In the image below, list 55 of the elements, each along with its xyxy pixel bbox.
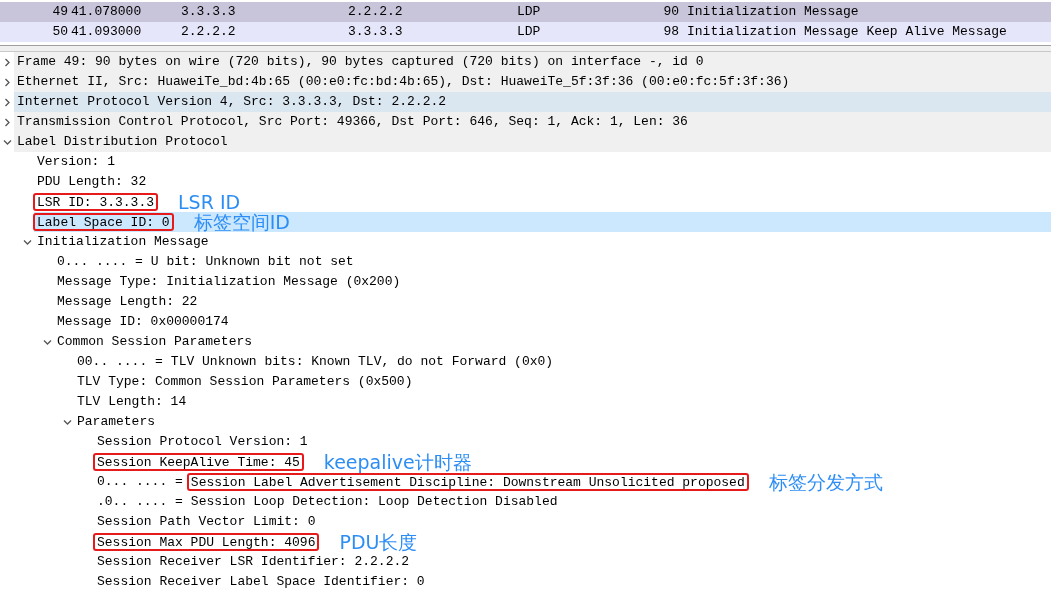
tree-item[interactable]: Session Receiver LSR Identifier: 2.2.2.2 — [97, 552, 410, 572]
packet-length: 90 — [662, 3, 679, 21]
packet-time: 41.078000 — [70, 3, 143, 21]
tree-item[interactable]: Session Loop Detection: Loop Detection Disabled — [190, 492, 558, 512]
boxed-tree-item[interactable]: Session KeepAlive Time: 45 — [93, 453, 304, 471]
tree-item[interactable]: Message Length: 22 — [57, 292, 198, 312]
packet-destination: 2.2.2.2 — [348, 3, 404, 21]
packet-row[interactable]: 49 41.078000 3.3.3.3 2.2.2.2 LDP 90 Initialization Message — [0, 2, 1051, 22]
annotation-note: 标签空间ID — [193, 212, 290, 232]
annotation-note: 标签分发方式 — [768, 472, 883, 492]
tree-item[interactable]: Session Protocol Version: 1 — [97, 432, 308, 452]
tree-item[interactable]: Common Session Parameters — [57, 332, 253, 352]
tree-item[interactable]: TLV Unknown bits: Known TLV, do not Forward (0x0) — [170, 352, 554, 372]
chevron-right-icon[interactable] — [2, 77, 12, 87]
tree-item[interactable]: TLV Length: 14 — [77, 392, 187, 412]
annotation-note: PDU长度 — [339, 532, 418, 552]
packet-row[interactable]: 50 41.093000 2.2.2.2 3.3.3.3 LDP 98 Initialization Message Keep Alive Message — [0, 22, 1051, 42]
boxed-tree-item[interactable]: LSR ID: 3.3.3.3 — [33, 193, 159, 211]
tree-item[interactable]: Message Type: Initialization Message (0x200) — [57, 272, 401, 292]
annotation-note: keepalive计时器 — [323, 452, 472, 472]
tree-item[interactable]: Parameters — [77, 412, 155, 432]
tree-item[interactable]: PDU Length: 32 — [37, 172, 147, 192]
chevron-right-icon[interactable] — [2, 57, 12, 67]
tree-item[interactable]: Message ID: 0x00000174 — [57, 312, 229, 332]
chevron-down-icon[interactable] — [2, 137, 12, 147]
chevron-down-icon[interactable] — [22, 237, 32, 247]
packet-source: 3.3.3.3 — [181, 3, 237, 21]
packet-info: Initialization Message Keep Alive Message — [686, 23, 1008, 41]
bit-mask: .0.. .... = — [97, 493, 183, 511]
bit-mask: 0... .... = — [57, 253, 143, 271]
tree-item[interactable]: TLV Type: Common Session Parameters (0x500) — [77, 372, 413, 392]
chevron-down-icon[interactable] — [62, 417, 72, 427]
bit-mask: 0... .... = — [97, 473, 183, 491]
boxed-tree-item[interactable]: Session Label Advertisement Discipline: Downstream Unsolicited proposed — [186, 473, 749, 491]
tree-item[interactable]: Session Path Vector Limit: 0 — [97, 512, 316, 532]
packet-protocol: LDP — [517, 23, 542, 41]
bit-mask: 00.. .... = — [77, 353, 163, 371]
packet-number: 50 — [51, 23, 68, 41]
tree-item[interactable]: Initialization Message — [37, 232, 209, 252]
packet-length: 98 — [662, 23, 679, 41]
chevron-down-icon[interactable] — [42, 337, 52, 347]
packet-destination: 3.3.3.3 — [348, 23, 404, 41]
packet-info: Initialization Message — [686, 3, 860, 21]
annotation-note: LSR ID — [178, 192, 241, 212]
packet-protocol: LDP — [517, 3, 542, 21]
tree-item[interactable]: U bit: Unknown bit not set — [150, 252, 354, 272]
chevron-right-icon[interactable] — [2, 117, 12, 127]
tree-item[interactable]: Session Receiver Label Space Identifier: 0 — [97, 572, 425, 592]
packet-time: 41.093000 — [70, 23, 143, 41]
boxed-tree-item[interactable]: Label Space ID: 0 — [33, 213, 174, 231]
chevron-right-icon[interactable] — [2, 97, 12, 107]
tree-item[interactable]: Version: 1 — [37, 152, 115, 172]
packet-number: 49 — [51, 3, 68, 21]
boxed-tree-item[interactable]: Session Max PDU Length: 4096 — [93, 533, 320, 551]
packet-source: 2.2.2.2 — [181, 23, 237, 41]
